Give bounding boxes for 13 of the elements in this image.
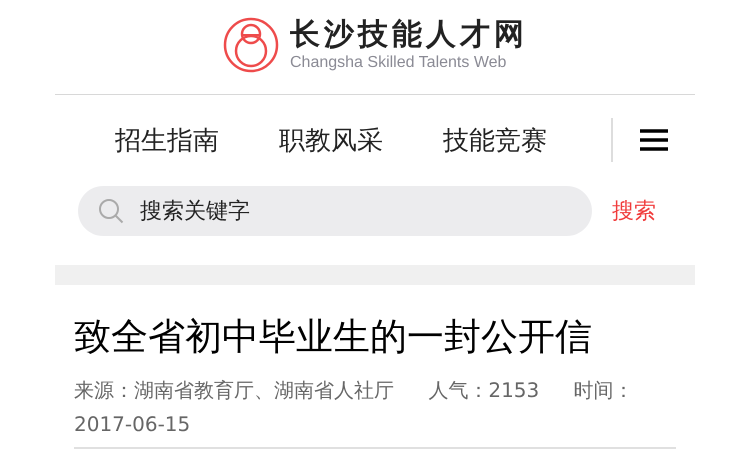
- search-field[interactable]: 搜索关键字: [138, 198, 542, 224]
- menu-icon[interactable]: [640, 129, 668, 151]
- search-bar[interactable]: 搜索关键字: [78, 186, 592, 236]
- article-meta: 来源：湖南省教育厅、湖南省人社厅 人气：2153 时间：2017-06-15: [74, 377, 635, 438]
- site-title: 长沙技能人才网: [290, 17, 528, 53]
- nav-link[interactable]: 技能竞赛: [443, 122, 547, 158]
- logo-icon: [222, 16, 280, 74]
- search-icon: [98, 198, 124, 224]
- search-button[interactable]: 搜索: [612, 196, 656, 226]
- nav-link[interactable]: 职教风采: [279, 122, 383, 158]
- article-title: 致全省初中毕业生的一封公开信: [74, 314, 593, 360]
- site-subtitle: Changsha Skilled Talents Web: [290, 53, 508, 73]
- nav-link[interactable]: 招生指南: [115, 122, 219, 158]
